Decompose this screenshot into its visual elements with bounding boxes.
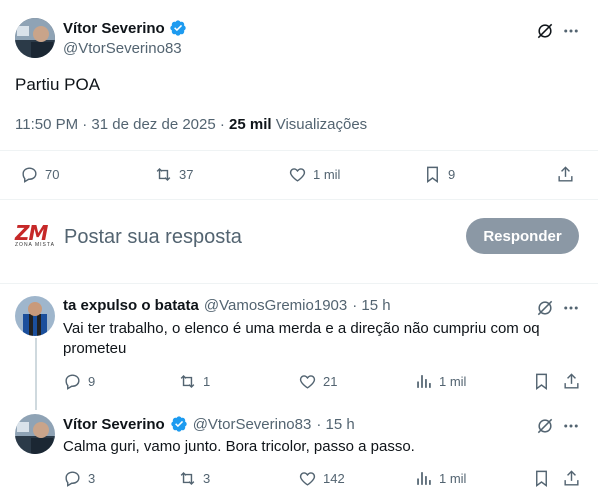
bookmark-icon	[427, 166, 438, 184]
analytics-icon	[417, 375, 431, 388]
views-button[interactable]: 1 mil	[414, 469, 466, 488]
like-count: 1 mil	[313, 167, 341, 182]
grok-icon[interactable]	[534, 20, 556, 42]
reply-button[interactable]: 70	[20, 165, 59, 184]
reply-avatar[interactable]	[15, 296, 55, 336]
author-handle[interactable]: @VtorSeverino83	[63, 40, 182, 57]
reply-avatar-image	[15, 296, 55, 336]
like-button[interactable]: 21	[298, 372, 337, 391]
divider	[0, 283, 598, 284]
analytics-icon	[417, 472, 431, 485]
views-count: 1 mil	[439, 374, 467, 389]
reply-text: Calma guri, vamo junto. Bora tricolor, p…	[63, 438, 415, 455]
views-count: 25 mil	[229, 116, 272, 133]
repost-icon	[180, 471, 195, 486]
tweet-text: Partiu POA	[15, 75, 101, 94]
heart-icon	[289, 168, 306, 182]
share-icon	[558, 166, 573, 182]
reply-icon	[22, 167, 37, 183]
reply-input[interactable]: Postar sua resposta	[64, 226, 242, 249]
views-button[interactable]: 1 mil	[414, 372, 466, 391]
more-options-icon[interactable]	[560, 415, 582, 437]
verified-badge-icon	[171, 416, 187, 432]
reply-button[interactable]: 9	[63, 372, 95, 391]
bookmark-button[interactable]: 9	[423, 165, 455, 184]
grok-icon[interactable]	[534, 297, 556, 319]
repost-icon	[156, 167, 171, 182]
share-icon	[564, 470, 579, 486]
bookmark-button[interactable]	[532, 469, 551, 488]
user-avatar-logo[interactable]: ZM ZONA MISTA	[15, 223, 55, 252]
like-button[interactable]: 1 mil	[288, 165, 340, 184]
repost-count: 1	[203, 374, 211, 389]
reply-avatar[interactable]	[15, 414, 55, 454]
tweet-meta: 11:50 PM · 31 de dez de 2025 · 25 mil Vi…	[15, 116, 367, 133]
reply-text: Vai ter trabalho, o elenco é uma merda e…	[63, 320, 540, 357]
like-count: 142	[323, 471, 345, 486]
grok-icon[interactable]	[534, 415, 556, 437]
heart-icon	[299, 472, 316, 486]
bookmark-icon	[536, 373, 547, 391]
reply-author-name[interactable]: Vítor Severino	[63, 416, 165, 433]
bookmark-button[interactable]	[532, 372, 551, 391]
more-options-icon[interactable]	[560, 20, 582, 42]
tweet-timestamp[interactable]: 11:50 PM · 31 de dez de 2025 ·	[15, 116, 229, 133]
reply-author-handle[interactable]: @VtorSeverino83	[193, 416, 312, 433]
reply-count: 70	[45, 167, 60, 182]
divider	[0, 150, 598, 151]
reply-icon	[65, 471, 80, 487]
views-count: 1 mil	[439, 471, 467, 486]
divider	[0, 199, 598, 200]
like-button[interactable]: 142	[298, 469, 345, 488]
verified-badge-icon	[170, 20, 186, 36]
repost-count: 3	[203, 471, 211, 486]
bookmark-icon	[536, 470, 547, 488]
repost-button[interactable]: 37	[154, 165, 193, 184]
logo-subtext: ZONA MISTA	[15, 242, 55, 248]
repost-button[interactable]: 3	[178, 469, 210, 488]
share-button[interactable]	[562, 469, 581, 488]
reply-count: 3	[88, 471, 96, 486]
repost-button[interactable]: 1	[178, 372, 210, 391]
reply-avatar-image	[15, 414, 55, 454]
heart-icon	[299, 375, 316, 389]
bookmark-count: 9	[448, 167, 456, 182]
reply-author-handle[interactable]: @VamosGremio1903	[204, 297, 347, 314]
reply-button[interactable]: 3	[63, 469, 95, 488]
reply-author-name[interactable]: ta expulso o batata	[63, 297, 199, 314]
repost-icon	[180, 374, 195, 389]
reply-count: 9	[88, 374, 96, 389]
views-label: Visualizações	[271, 116, 368, 133]
author-avatar[interactable]	[15, 18, 55, 58]
repost-count: 37	[179, 167, 194, 182]
reply-age[interactable]: · 15 h	[316, 416, 354, 433]
reply-age[interactable]: · 15 h	[352, 297, 390, 314]
avatar-image	[15, 18, 55, 58]
reply-icon	[65, 374, 80, 390]
share-button[interactable]	[556, 165, 575, 184]
thread-line	[35, 338, 37, 410]
more-options-icon[interactable]	[560, 297, 582, 319]
author-name[interactable]: Vítor Severino	[63, 20, 165, 37]
share-icon	[564, 373, 579, 389]
reply-submit-button[interactable]: Responder	[466, 218, 579, 254]
like-count: 21	[323, 374, 338, 389]
share-button[interactable]	[562, 372, 581, 391]
